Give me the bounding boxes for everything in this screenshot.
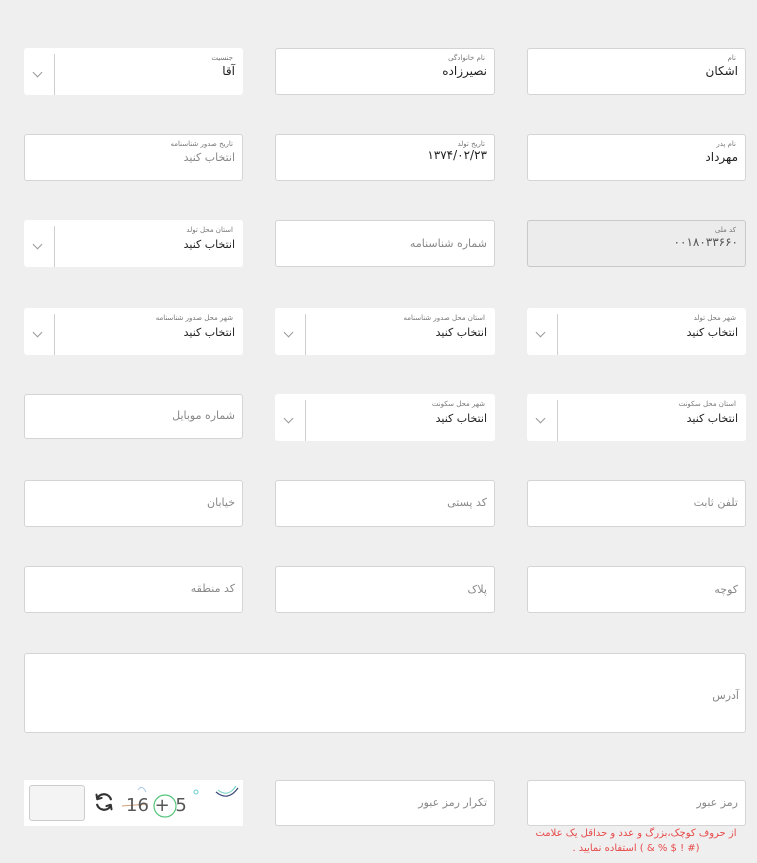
national-code-field: کد ملی ۰۰۱۸۰۳۳۶۶۰ [527, 220, 746, 267]
birth-date-field[interactable]: تاریخ تولد ۱۳۷۴/۰۲/۲۳ [275, 134, 495, 181]
issue-city-value: انتخاب کنید [183, 326, 235, 339]
refresh-icon[interactable] [93, 791, 115, 813]
postal-code-field[interactable]: کد پستی [275, 480, 495, 527]
national-code-value: ۰۰۱۸۰۳۳۶۶۰ [673, 235, 738, 249]
captcha-image: 16 + 5 [121, 785, 239, 818]
captcha-input[interactable] [29, 785, 85, 821]
id-number-field[interactable]: شماره شناسنامه [275, 220, 495, 267]
select-divider [54, 226, 55, 267]
street-field[interactable]: خیابان [24, 480, 243, 527]
id-number-placeholder: شماره شناسنامه [409, 237, 487, 250]
password-field[interactable]: رمز عبور [527, 780, 746, 826]
residence-city-value: انتخاب کنید [435, 412, 487, 425]
first-name-label: نام [727, 54, 736, 62]
alley-field[interactable]: کوچه [527, 566, 746, 613]
issue-city-label: شهر محل صدور شناسنامه [155, 314, 233, 322]
birth-city-select[interactable]: شهر محل تولد انتخاب کنید [527, 308, 746, 355]
national-code-label: کد ملی [714, 226, 736, 234]
birth-province-label: استان محل تولد [186, 226, 233, 234]
id-issue-date-field[interactable]: تاریخ صدور شناسنامه انتخاب کنید [24, 134, 243, 181]
captcha-text: 16 + 5 [126, 795, 187, 816]
residence-city-select[interactable]: شهر محل سکونت انتخاب کنید [275, 394, 495, 441]
chevron-down-icon[interactable] [283, 327, 294, 338]
last-name-value: نصیرزاده [442, 64, 487, 78]
id-issue-date-label: تاریخ صدور شناسنامه [170, 140, 233, 148]
password-hint-line1: از حروف کوچک،بزرگ و عدد و حداقل یک علامت [535, 828, 737, 839]
residence-province-label: استان محل سکونت [678, 400, 736, 408]
chevron-down-icon[interactable] [283, 413, 294, 424]
select-divider [305, 400, 306, 441]
issue-city-select[interactable]: شهر محل صدور شناسنامه انتخاب کنید [24, 308, 243, 355]
select-divider [54, 54, 55, 95]
password-hint-line2: (# ! $ % & ) استفاده نمایید . [572, 843, 700, 854]
phone-placeholder: تلفن ثابت [693, 496, 738, 509]
birth-city-value: انتخاب کنید [686, 326, 738, 339]
birth-city-label: شهر محل تولد [693, 314, 736, 322]
postal-code-placeholder: کد پستی [447, 496, 487, 509]
chevron-down-icon[interactable] [32, 327, 43, 338]
password-placeholder: رمز عبور [696, 796, 738, 809]
birth-date-value: ۱۳۷۴/۰۲/۲۳ [427, 148, 487, 162]
residence-province-select[interactable]: استان محل سکونت انتخاب کنید [527, 394, 746, 441]
area-code-placeholder: کد منطقه [190, 582, 235, 595]
password-repeat-placeholder: تکرار رمز عبور [418, 796, 487, 809]
issue-province-value: انتخاب کنید [435, 326, 487, 339]
chevron-down-icon[interactable] [32, 67, 43, 78]
select-divider [305, 314, 306, 355]
residence-province-value: انتخاب کنید [686, 412, 738, 425]
street-placeholder: خیابان [207, 496, 235, 509]
gender-select[interactable]: جنسیت آقا [24, 48, 243, 95]
plate-field[interactable]: پلاک [275, 566, 495, 613]
issue-province-label: استان محل صدور شناسنامه [403, 314, 485, 322]
gender-label: جنسیت [211, 54, 233, 62]
residence-city-label: شهر محل سکونت [431, 400, 485, 408]
birth-province-select[interactable]: استان محل تولد انتخاب کنید [24, 220, 243, 267]
last-name-label: نام خانوادگی [448, 54, 485, 62]
chevron-down-icon[interactable] [535, 327, 546, 338]
mobile-placeholder: شماره موبایل [172, 409, 235, 422]
gender-value: آقا [222, 64, 235, 78]
birth-province-value: انتخاب کنید [183, 238, 235, 251]
mobile-field[interactable]: شماره موبایل [24, 394, 243, 439]
father-name-value: مهرداد [705, 150, 738, 164]
last-name-field[interactable]: نام خانوادگی نصیرزاده [275, 48, 495, 95]
chevron-down-icon[interactable] [32, 239, 43, 250]
plate-placeholder: پلاک [467, 583, 487, 596]
first-name-value: اشکان [705, 64, 738, 78]
password-repeat-field[interactable]: تکرار رمز عبور [275, 780, 495, 826]
first-name-field[interactable]: نام اشکان [527, 48, 746, 95]
select-divider [557, 314, 558, 355]
password-hint: از حروف کوچک،بزرگ و عدد و حداقل یک علامت… [527, 826, 745, 856]
address-placeholder: آدرس [712, 689, 739, 702]
select-divider [557, 400, 558, 441]
father-name-label: نام پدر [716, 140, 736, 148]
select-divider [54, 314, 55, 355]
address-textarea[interactable]: آدرس [24, 653, 746, 733]
alley-placeholder: کوچه [714, 583, 738, 596]
area-code-field[interactable]: کد منطقه [24, 566, 243, 613]
captcha-box: 16 + 5 [24, 780, 243, 826]
chevron-down-icon[interactable] [535, 413, 546, 424]
father-name-field[interactable]: نام پدر مهرداد [527, 134, 746, 181]
issue-province-select[interactable]: استان محل صدور شناسنامه انتخاب کنید [275, 308, 495, 355]
id-issue-date-placeholder: انتخاب کنید [183, 151, 235, 164]
phone-field[interactable]: تلفن ثابت [527, 480, 746, 527]
birth-date-label: تاریخ تولد [457, 140, 485, 148]
